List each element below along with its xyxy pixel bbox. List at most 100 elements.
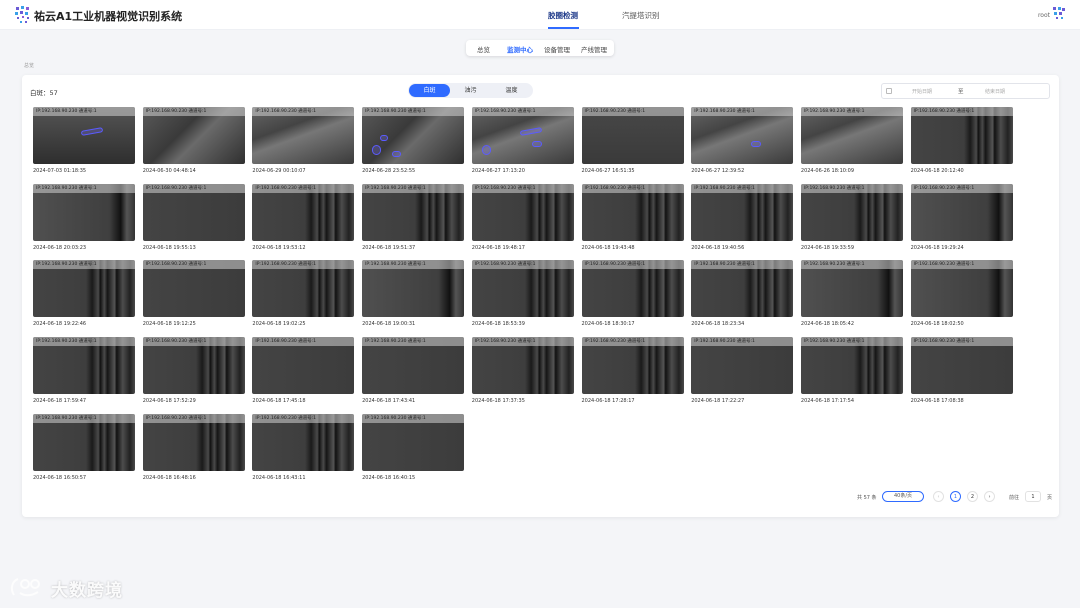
capture-thumbnail[interactable]: IP:192.168.90.230 通道号:1 bbox=[252, 337, 355, 395]
capture-thumbnail[interactable]: IP:192.168.90.230 通道号:1 bbox=[252, 107, 355, 164]
capture-thumbnail[interactable]: IP:192.168.90.230 通道号:1 bbox=[33, 337, 135, 395]
goto-page-input[interactable]: 1 bbox=[1025, 491, 1041, 502]
capture-thumbnail[interactable]: IP:192.168.90.230 通道号:1 bbox=[800, 260, 903, 318]
capture-thumbnail[interactable]: IP:192.168.90.230 通道号:1 bbox=[142, 260, 245, 318]
nav-tab-stripper-recognition[interactable]: 汽提塔识别 bbox=[622, 10, 660, 21]
image-card[interactable]: IP:192.168.90.230 通道号:1 2024-06-18 16:40:… bbox=[362, 413, 465, 486]
capture-thumbnail[interactable]: IP:192.168.90.230 通道号:1 bbox=[581, 337, 684, 395]
prev-page-button[interactable]: ‹ bbox=[933, 491, 944, 502]
capture-thumbnail[interactable]: IP:192.168.90.230 通道号:1 bbox=[471, 260, 574, 318]
capture-thumbnail[interactable]: IP:192.168.90.230 通道号:1 bbox=[362, 107, 465, 164]
capture-thumbnail[interactable]: IP:192.168.90.230 通道号:1 bbox=[33, 107, 135, 164]
capture-thumbnail[interactable]: IP:192.168.90.230 通道号:1 bbox=[252, 183, 355, 241]
image-card[interactable]: IP:192.168.90.230 通道号:1 2024-06-18 19:48:… bbox=[471, 183, 574, 256]
segment-oil-stain[interactable]: 油污 bbox=[450, 84, 491, 97]
image-card[interactable]: IP:192.168.90.230 通道号:1 2024-06-18 19:22:… bbox=[33, 260, 135, 332]
nav-tab-seal-detection[interactable]: 胶圈检测 bbox=[548, 10, 578, 21]
capture-thumbnail[interactable]: IP:192.168.90.230 通道号:1 bbox=[142, 337, 245, 395]
next-page-button[interactable]: › bbox=[984, 491, 995, 502]
image-card[interactable]: IP:192.168.90.230 通道号:1 2024-06-18 17:17:… bbox=[800, 337, 903, 409]
start-date-input[interactable]: 开始日期 bbox=[912, 88, 932, 95]
image-card[interactable]: IP:192.168.90.230 通道号:1 2024-06-18 17:28:… bbox=[581, 337, 684, 409]
image-card[interactable]: IP:192.168.90.230 通道号:1 2024-06-18 17:22:… bbox=[691, 337, 794, 409]
capture-thumbnail[interactable]: IP:192.168.90.230 通道号:1 bbox=[581, 260, 684, 318]
image-card[interactable]: IP:192.168.90.230 通道号:1 2024-06-18 19:53:… bbox=[252, 183, 355, 256]
capture-thumbnail[interactable]: IP:192.168.90.230 通道号:1 bbox=[252, 260, 355, 318]
image-card[interactable]: IP:192.168.90.230 通道号:1 2024-06-27 16:51:… bbox=[581, 107, 684, 179]
image-card[interactable]: IP:192.168.90.230 通道号:1 2024-06-18 19:00:… bbox=[362, 260, 465, 332]
image-card[interactable]: IP:192.168.90.230 通道号:1 2024-06-18 20:12:… bbox=[910, 107, 1013, 179]
image-card[interactable]: IP:192.168.90.230 通道号:1 2024-06-18 19:43:… bbox=[581, 183, 684, 256]
page-2-button[interactable]: 2 bbox=[967, 491, 978, 502]
image-card[interactable]: IP:192.168.90.230 通道号:1 2024-06-18 19:33:… bbox=[800, 183, 903, 256]
segment-temperature[interactable]: 温度 bbox=[491, 84, 532, 97]
image-card[interactable]: IP:192.168.90.230 通道号:1 2024-06-18 17:08:… bbox=[910, 337, 1013, 409]
image-card[interactable]: IP:192.168.90.230 通道号:1 2024-06-18 18:30:… bbox=[581, 260, 684, 332]
image-card[interactable]: IP:192.168.90.230 通道号:1 2024-07-03 01:18:… bbox=[33, 107, 135, 179]
capture-thumbnail[interactable]: IP:192.168.90.230 通道号:1 bbox=[362, 413, 465, 471]
image-card[interactable]: IP:192.168.90.230 通道号:1 2024-06-18 18:05:… bbox=[800, 260, 903, 332]
capture-thumbnail[interactable]: IP:192.168.90.230 通道号:1 bbox=[800, 183, 903, 241]
capture-thumbnail[interactable]: IP:192.168.90.230 通道号:1 bbox=[910, 107, 1013, 164]
image-card[interactable]: IP:192.168.90.230 通道号:1 2024-06-18 18:23:… bbox=[691, 260, 794, 332]
capture-thumbnail[interactable]: IP:192.168.90.230 通道号:1 bbox=[33, 183, 135, 241]
image-card[interactable]: IP:192.168.90.230 通道号:1 2024-06-18 18:02:… bbox=[910, 260, 1013, 332]
capture-thumbnail[interactable]: IP:192.168.90.230 通道号:1 bbox=[362, 183, 465, 241]
capture-thumbnail[interactable]: IP:192.168.90.230 通道号:1 bbox=[33, 260, 135, 318]
capture-thumbnail[interactable]: IP:192.168.90.230 通道号:1 bbox=[800, 337, 903, 395]
capture-thumbnail[interactable]: IP:192.168.90.230 通道号:1 bbox=[471, 337, 574, 395]
image-card[interactable]: IP:192.168.90.230 通道号:1 2024-06-26 18:10:… bbox=[800, 107, 903, 179]
image-card[interactable]: IP:192.168.90.230 通道号:1 2024-06-18 17:45:… bbox=[252, 337, 355, 409]
segment-white-spot[interactable]: 白斑 bbox=[409, 84, 450, 97]
capture-thumbnail[interactable]: IP:192.168.90.230 通道号:1 bbox=[691, 183, 794, 241]
image-card[interactable]: IP:192.168.90.230 通道号:1 2024-06-18 17:43:… bbox=[362, 337, 465, 409]
capture-thumbnail[interactable]: IP:192.168.90.230 通道号:1 bbox=[362, 260, 465, 318]
capture-thumbnail[interactable]: IP:192.168.90.230 通道号:1 bbox=[252, 413, 355, 471]
capture-thumbnail[interactable]: IP:192.168.90.230 通道号:1 bbox=[581, 183, 684, 241]
image-card[interactable]: IP:192.168.90.230 通道号:1 2024-06-18 19:51:… bbox=[362, 183, 465, 256]
image-card[interactable]: IP:192.168.90.230 通道号:1 2024-06-28 23:52:… bbox=[362, 107, 465, 179]
capture-thumbnail[interactable]: IP:192.168.90.230 通道号:1 bbox=[910, 260, 1013, 318]
capture-thumbnail[interactable]: IP:192.168.90.230 通道号:1 bbox=[142, 107, 245, 164]
capture-thumbnail[interactable]: IP:192.168.90.230 通道号:1 bbox=[691, 107, 794, 164]
image-card[interactable]: IP:192.168.90.230 通道号:1 2024-06-18 17:37:… bbox=[471, 337, 574, 409]
image-card[interactable]: IP:192.168.90.230 通道号:1 2024-06-18 17:52:… bbox=[142, 337, 245, 409]
capture-thumbnail[interactable]: IP:192.168.90.230 通道号:1 bbox=[142, 413, 245, 471]
end-date-input[interactable]: 结束日期 bbox=[985, 88, 1005, 95]
subnav-overview[interactable]: 总览 bbox=[477, 44, 490, 54]
image-card[interactable]: IP:192.168.90.230 通道号:1 2024-06-18 19:12:… bbox=[142, 260, 245, 332]
image-card[interactable]: IP:192.168.90.230 通道号:1 2024-06-18 17:59:… bbox=[33, 337, 135, 409]
image-card[interactable]: IP:192.168.90.230 通道号:1 2024-06-18 19:29:… bbox=[910, 183, 1013, 256]
image-card[interactable]: IP:192.168.90.230 通道号:1 2024-06-18 16:50:… bbox=[33, 413, 135, 486]
date-range-picker[interactable]: 开始日期 至 结束日期 bbox=[881, 83, 1050, 99]
image-card[interactable]: IP:192.168.90.230 通道号:1 2024-06-18 18:53:… bbox=[471, 260, 574, 332]
capture-thumbnail[interactable]: IP:192.168.90.230 通道号:1 bbox=[910, 337, 1013, 395]
capture-thumbnail[interactable]: IP:192.168.90.230 通道号:1 bbox=[581, 107, 684, 164]
image-card[interactable]: IP:192.168.90.230 通道号:1 2024-06-18 19:02:… bbox=[252, 260, 355, 332]
page-size-select[interactable]: 40条/页 bbox=[882, 491, 924, 502]
image-card[interactable]: IP:192.168.90.230 通道号:1 2024-06-18 20:03:… bbox=[33, 183, 135, 256]
capture-thumbnail[interactable]: IP:192.168.90.230 通道号:1 bbox=[142, 183, 245, 241]
subnav-line-management[interactable]: 产线管理 bbox=[581, 44, 607, 54]
capture-thumbnail[interactable]: IP:192.168.90.230 通道号:1 bbox=[691, 337, 794, 395]
subnav-device-management[interactable]: 设备管理 bbox=[544, 44, 570, 54]
capture-thumbnail[interactable]: IP:192.168.90.230 通道号:1 bbox=[691, 260, 794, 318]
image-card[interactable]: IP:192.168.90.230 通道号:1 2024-06-29 00:10:… bbox=[252, 107, 355, 179]
image-card[interactable]: IP:192.168.90.230 通道号:1 2024-06-27 12:39:… bbox=[691, 107, 794, 179]
capture-thumbnail[interactable]: IP:192.168.90.230 通道号:1 bbox=[800, 107, 903, 164]
capture-thumbnail[interactable]: IP:192.168.90.230 通道号:1 bbox=[471, 107, 574, 164]
capture-thumbnail[interactable]: IP:192.168.90.230 通道号:1 bbox=[471, 183, 574, 241]
capture-thumbnail[interactable]: IP:192.168.90.230 通道号:1 bbox=[910, 183, 1013, 241]
capture-thumbnail[interactable]: IP:192.168.90.230 通道号:1 bbox=[362, 337, 465, 395]
image-card[interactable]: IP:192.168.90.230 通道号:1 2024-06-18 16:43:… bbox=[252, 413, 355, 486]
capture-thumbnail[interactable]: IP:192.168.90.230 通道号:1 bbox=[33, 413, 135, 471]
image-card[interactable]: IP:192.168.90.230 通道号:1 2024-06-18 16:48:… bbox=[142, 413, 245, 486]
image-card[interactable]: IP:192.168.90.230 通道号:1 2024-06-18 19:40:… bbox=[691, 183, 794, 256]
subnav-monitoring-center[interactable]: 监测中心 bbox=[507, 44, 533, 54]
image-card[interactable]: IP:192.168.90.230 通道号:1 2024-06-27 17:13:… bbox=[471, 107, 574, 179]
user-avatar-icon[interactable] bbox=[1052, 6, 1066, 22]
page-1-button[interactable]: 1 bbox=[950, 491, 961, 502]
user-name[interactable]: root bbox=[1038, 12, 1050, 19]
image-card[interactable]: IP:192.168.90.230 通道号:1 2024-06-18 19:55:… bbox=[142, 183, 245, 256]
image-card[interactable]: IP:192.168.90.230 通道号:1 2024-06-30 04:48:… bbox=[142, 107, 245, 179]
